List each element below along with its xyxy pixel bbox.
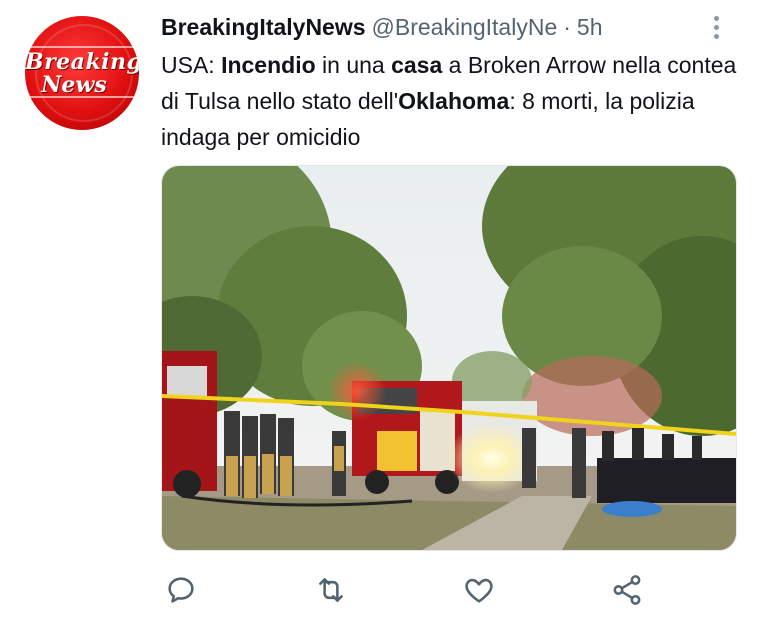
share-icon [613, 575, 641, 605]
separator-dot: · [563, 13, 571, 40]
avatar-logo-line-2: News [41, 72, 107, 98]
heart-icon [465, 578, 493, 603]
author-name[interactable]: BreakingItalyNews [161, 14, 366, 41]
retweet-icon [319, 578, 343, 602]
tweet-text: USA: Incendio in una casa a Broken Arrow… [161, 52, 737, 150]
retweet-button[interactable] [311, 570, 351, 610]
tweet-header: BreakingItalyNews @BreakingItalyNe · 5h [161, 12, 603, 42]
fire-scene-photo [162, 166, 736, 550]
share-button[interactable] [607, 570, 647, 610]
avatar-logo-line-1: Breaking [25, 49, 139, 75]
like-button[interactable] [459, 570, 499, 610]
reply-icon [168, 577, 194, 603]
tweet-timestamp[interactable]: 5h [577, 14, 603, 41]
reply-button[interactable] [161, 570, 201, 610]
tweet-photo[interactable] [161, 165, 737, 551]
avatar-stripe [25, 46, 139, 48]
tweet-actions [161, 570, 661, 610]
more-options-icon[interactable] [706, 12, 726, 42]
avatar[interactable]: Breaking News [25, 16, 139, 130]
author-handle[interactable]: @BreakingItalyNe [372, 14, 558, 41]
